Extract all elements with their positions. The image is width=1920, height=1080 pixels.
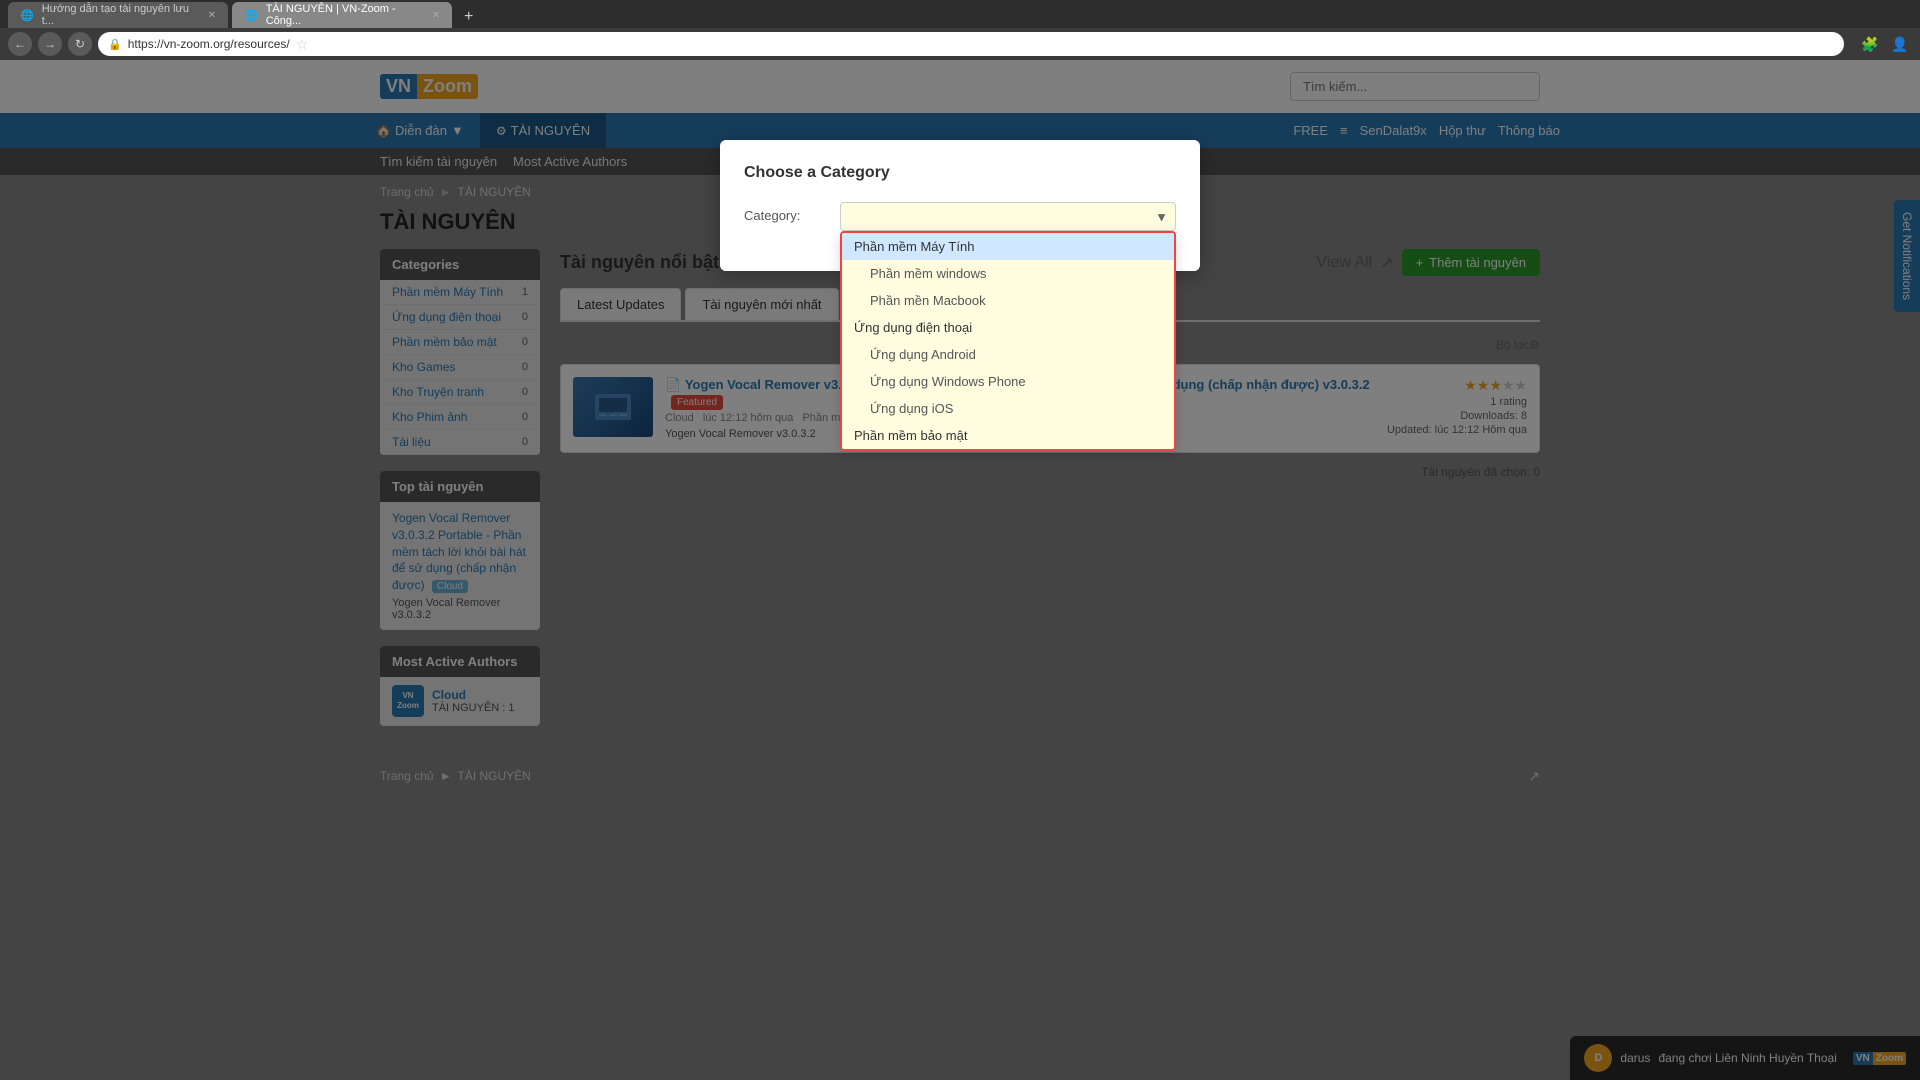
dropdown-item-7[interactable]: Phần mềm bảo mật: [842, 422, 1174, 449]
browser-actions: 🧩 👤: [1858, 32, 1912, 56]
new-tab-button[interactable]: +: [456, 6, 481, 28]
dropdown-item-5[interactable]: Ứng dụng Windows Phone: [842, 368, 1174, 395]
dropdown-item-8[interactable]: Kho Games: [842, 449, 1174, 451]
forward-button[interactable]: →: [38, 32, 62, 56]
dropdown-item-6[interactable]: Ứng dụng iOS: [842, 395, 1174, 422]
browser-toolbar: ← → ↻ 🔒 https://vn-zoom.org/resources/ ☆…: [0, 28, 1920, 60]
dropdown-item-4[interactable]: Ứng dụng Android: [842, 341, 1174, 368]
browser-tabs: 🌐 Hướng dẫn tạo tài nguyên lưu t... ✕ 🌐 …: [0, 0, 1920, 28]
browser-tab-1[interactable]: 🌐 Hướng dẫn tạo tài nguyên lưu t... ✕: [8, 2, 228, 28]
category-dropdown: Phần mềm Máy Tính Phần mềm windows Phần …: [840, 231, 1176, 451]
modal-select-wrapper: ▼ Phần mềm Máy Tính Phần mềm windows Phầ…: [840, 202, 1176, 231]
tab-close-2[interactable]: ✕: [432, 10, 440, 21]
extensions-button[interactable]: 🧩: [1858, 32, 1882, 56]
tab-label-1: Hướng dẫn tạo tài nguyên lưu t...: [42, 3, 200, 27]
url-bar[interactable]: 🔒 https://vn-zoom.org/resources/ ☆: [98, 32, 1844, 56]
browser-tab-2[interactable]: 🌐 TÀI NGUYÊN | VN-Zoom - Công... ✕: [232, 2, 452, 28]
profile-button[interactable]: 👤: [1888, 32, 1912, 56]
bookmark-icon[interactable]: ☆: [296, 36, 309, 53]
dropdown-item-0[interactable]: Phần mềm Máy Tính: [842, 233, 1174, 260]
reload-button[interactable]: ↻: [68, 32, 92, 56]
tab-favicon-1: 🌐: [20, 9, 34, 22]
category-select[interactable]: [840, 202, 1176, 231]
dropdown-item-2[interactable]: Phần mền Macbook: [842, 287, 1174, 314]
tab-label-2: TÀI NGUYÊN | VN-Zoom - Công...: [266, 3, 424, 27]
lock-icon: 🔒: [108, 38, 122, 51]
back-button[interactable]: ←: [8, 32, 32, 56]
modal-form-row: Category: ▼ Phần mềm Máy Tính Phần mềm w…: [744, 202, 1176, 231]
modal-title: Choose a Category: [744, 164, 1176, 182]
dropdown-item-1[interactable]: Phần mềm windows: [842, 260, 1174, 287]
url-text: https://vn-zoom.org/resources/: [128, 37, 290, 51]
tab-favicon-2: 🌐: [244, 9, 258, 22]
dropdown-item-3[interactable]: Ứng dụng điện thoại: [842, 314, 1174, 341]
modal-overlay[interactable]: Choose a Category Category: ▼ Phần mềm M…: [0, 60, 1920, 1080]
category-label: Category:: [744, 202, 824, 223]
tab-close-1[interactable]: ✕: [208, 10, 216, 21]
modal: Choose a Category Category: ▼ Phần mềm M…: [720, 140, 1200, 271]
browser-chrome: 🌐 Hướng dẫn tạo tài nguyên lưu t... ✕ 🌐 …: [0, 0, 1920, 60]
